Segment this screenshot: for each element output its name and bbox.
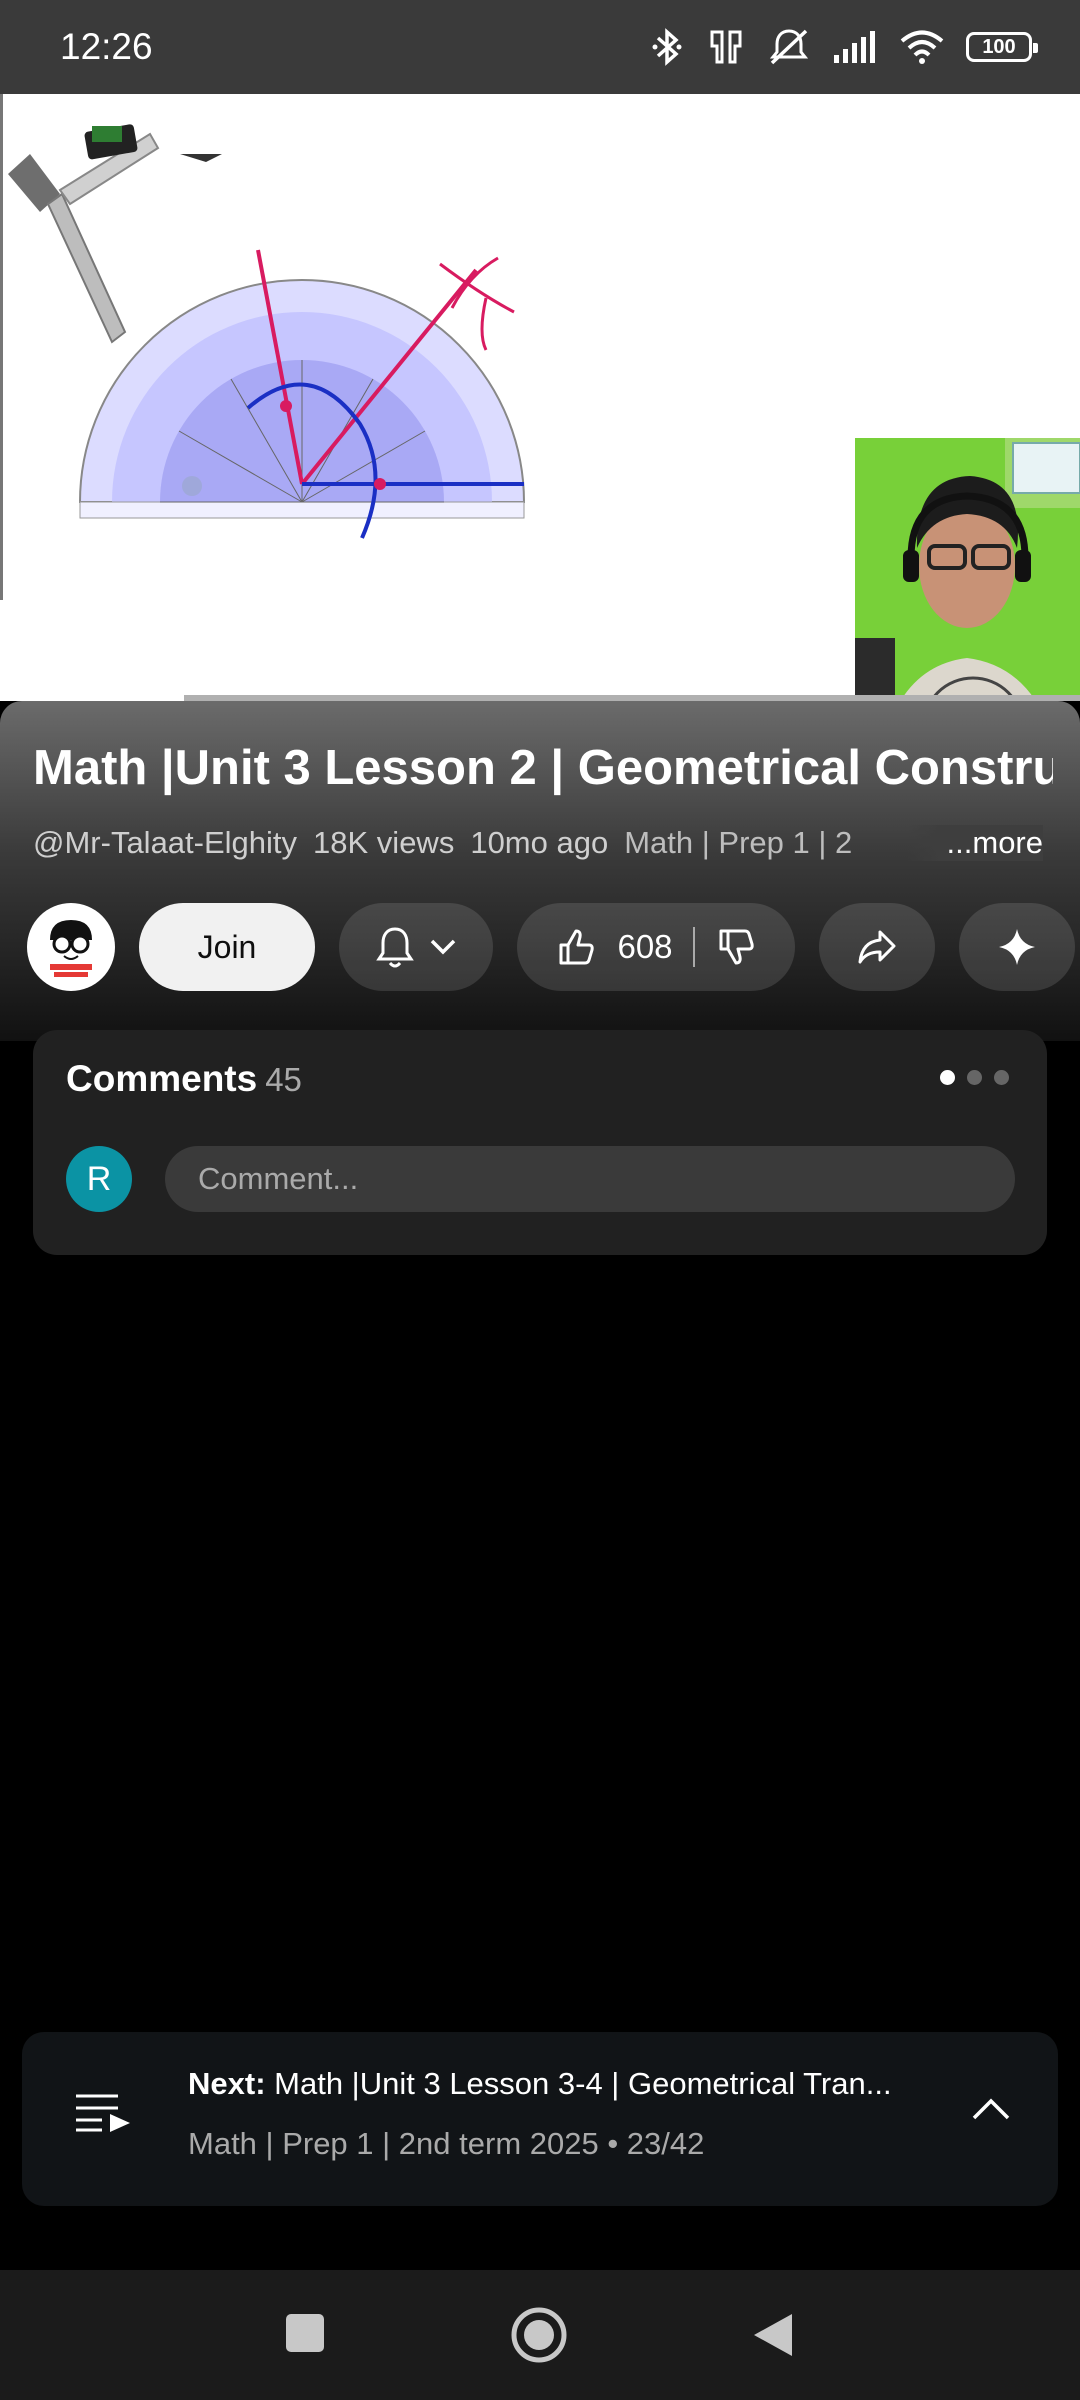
- dislike-button[interactable]: [695, 927, 791, 967]
- recents-square-icon[interactable]: [284, 2312, 326, 2354]
- view-count: 18K views: [313, 825, 455, 860]
- next-title: Math |Unit 3 Lesson 3-4 | Geometrical Tr…: [274, 2066, 892, 2101]
- home-circle-icon[interactable]: [510, 2306, 568, 2364]
- like-count: 608: [617, 928, 673, 965]
- bell-icon: [376, 927, 414, 968]
- upload-age: 10mo ago: [470, 825, 609, 860]
- protractor-drawing: [8, 124, 526, 539]
- channel-avatar[interactable]: [27, 903, 115, 991]
- next-video-title: Next: Math |Unit 3 Lesson 3-4 | Geometri…: [188, 2066, 968, 2102]
- join-button[interactable]: Join: [139, 903, 315, 991]
- bluetooth-icon: [652, 28, 682, 66]
- comments-card[interactable]: Comments 45 R Comment...: [33, 1030, 1047, 1255]
- wifi-icon: [900, 30, 944, 64]
- carousel-dot-active: [940, 1070, 955, 1085]
- carousel-dots: [940, 1070, 1009, 1085]
- status-time: 12:26: [60, 26, 153, 67]
- battery-indicator: 100: [966, 32, 1038, 62]
- sparkle-icon: [999, 929, 1035, 965]
- ask-ai-button[interactable]: [959, 903, 1075, 991]
- like-button[interactable]: 608: [521, 927, 692, 967]
- playlist-queue-icon: [76, 2094, 130, 2132]
- user-avatar: R: [66, 1146, 132, 1212]
- mute-icon: [769, 29, 809, 65]
- more-link[interactable]: ...more: [906, 825, 1043, 861]
- chevron-up-icon[interactable]: [970, 2094, 1012, 2124]
- playlist-name: Math | Prep 1 | 2: [624, 825, 853, 860]
- next-playlist-info: Math | Prep 1 | 2nd term 2025 • 23/42: [188, 2126, 705, 2161]
- share-button[interactable]: [819, 903, 935, 991]
- signal-icon: [834, 31, 875, 63]
- presenter-image: [855, 438, 1080, 700]
- status-icons: 100: [650, 27, 1038, 67]
- share-icon: [858, 930, 896, 964]
- video-player[interactable]: [0, 94, 1080, 700]
- comments-count: 45: [265, 1061, 302, 1098]
- back-triangle-icon[interactable]: [752, 2312, 794, 2358]
- earbuds-icon: [710, 30, 742, 64]
- like-dislike-pill: 608: [517, 903, 795, 991]
- channel-handle[interactable]: @Mr-Talaat-Elghity: [33, 825, 297, 861]
- action-row: Join 608: [27, 903, 1075, 991]
- video-meta[interactable]: @Mr-Talaat-Elghity 18K views 10mo ago Ma…: [33, 825, 1043, 861]
- carousel-dot: [994, 1070, 1009, 1085]
- next-in-playlist-bar[interactable]: Next: Math |Unit 3 Lesson 3-4 | Geometri…: [22, 2032, 1058, 2206]
- status-bar: 12:26 100: [0, 0, 1080, 94]
- system-nav-bar: [0, 2270, 1080, 2400]
- subscription-bell-button[interactable]: [339, 903, 493, 991]
- comments-title: Comments: [66, 1058, 258, 1099]
- carousel-dot: [967, 1070, 982, 1085]
- channel-logo-icon: [50, 920, 92, 977]
- thumbs-down-icon: [719, 929, 754, 965]
- comment-input[interactable]: Comment...: [165, 1146, 1015, 1212]
- thumbs-up-icon: [559, 929, 595, 965]
- comments-header: Comments 45: [66, 1058, 302, 1100]
- presenter-video: [855, 438, 1080, 700]
- video-title[interactable]: Math |Unit 3 Lesson 2 | Geometrical Cons…: [33, 740, 1053, 796]
- next-prefix: Next:: [188, 2066, 266, 2101]
- chevron-down-icon: [430, 939, 456, 955]
